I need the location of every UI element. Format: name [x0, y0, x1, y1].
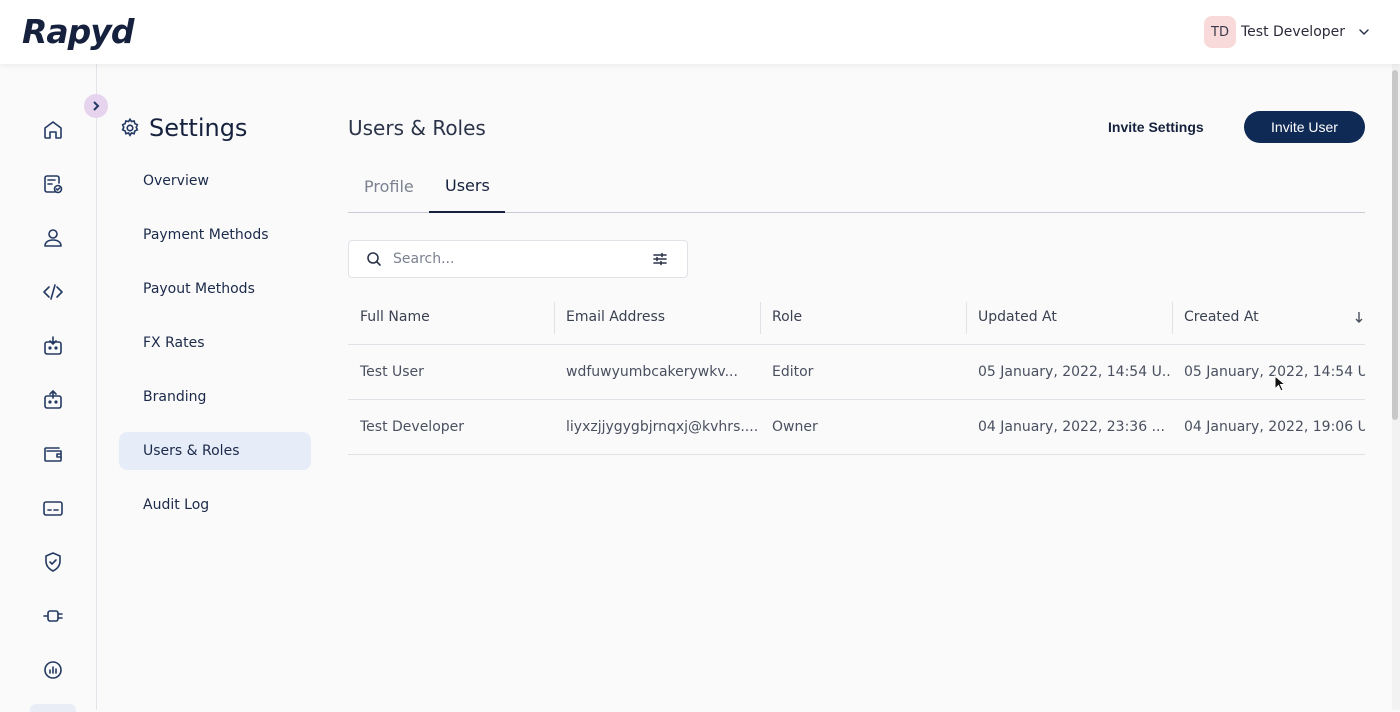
card-icon[interactable] [41, 496, 65, 520]
user-name[interactable]: Test Developer [1241, 24, 1345, 40]
settings-nav-users-roles[interactable]: Users & Roles [119, 432, 311, 470]
document-check-icon[interactable] [41, 172, 65, 196]
user-menu[interactable]: TD Test Developer [1204, 16, 1371, 48]
avatar[interactable]: TD [1204, 16, 1236, 48]
code-icon[interactable] [41, 280, 65, 304]
chart-icon[interactable] [41, 658, 65, 682]
cell-email: wdfuwyumbcakerywkv... [566, 364, 738, 380]
settings-nav-payment-methods[interactable]: Payment Methods [119, 216, 311, 254]
settings-nav-branding[interactable]: Branding [119, 378, 311, 416]
search-input[interactable] [393, 247, 633, 271]
settings-nav-fx-rates[interactable]: FX Rates [119, 324, 311, 362]
cell-role: Editor [772, 364, 814, 380]
chevron-right-icon [93, 101, 100, 111]
user-icon[interactable] [41, 226, 65, 250]
filter-icon[interactable] [651, 250, 669, 268]
wallet-in-icon[interactable] [41, 334, 65, 358]
users-table: Full Name Email Address Role Updated At … [348, 290, 1365, 455]
settings-title: Settings [119, 114, 247, 142]
invite-settings-button[interactable]: Invite Settings [1092, 111, 1220, 143]
settings-nav-payout-methods[interactable]: Payout Methods [119, 270, 311, 308]
collapse-sidebar-button[interactable] [84, 94, 108, 118]
search-box [348, 240, 688, 278]
gear-icon [121, 117, 139, 137]
settings-nav: Settings Overview Payment Methods Payout… [97, 64, 332, 710]
cell-role: Owner [772, 419, 818, 435]
tab-profile[interactable]: Profile [348, 160, 430, 213]
cell-full-name: Test User [360, 364, 424, 380]
plug-icon[interactable] [41, 604, 65, 628]
tab-bar: Profile Users [348, 160, 1365, 213]
settings-nav-overview[interactable]: Overview [119, 162, 311, 200]
cell-full-name: Test Developer [360, 419, 465, 435]
chevron-down-icon[interactable] [1357, 25, 1371, 39]
table-row[interactable]: Test Developer liyxzjjygygbjrnqxj@kvhrs.… [348, 400, 1365, 455]
settings-title-text: Settings [149, 114, 248, 142]
scrollbar-thumb[interactable] [1392, 70, 1398, 420]
column-header-full-name[interactable]: Full Name [348, 290, 554, 344]
cell-updated-at: 05 January, 2022, 14:54 U... [978, 364, 1172, 380]
mouse-cursor-icon [1274, 375, 1286, 392]
shield-check-icon[interactable] [41, 550, 65, 574]
table-row[interactable]: Test User wdfuwyumbcakerywkv... Editor 0… [348, 345, 1365, 400]
tab-users[interactable]: Users [429, 160, 505, 213]
search-icon [365, 250, 383, 268]
main-content: Users & Roles Invite Settings Invite Use… [348, 64, 1365, 710]
table-header-row: Full Name Email Address Role Updated At … [348, 290, 1365, 345]
column-header-created-at[interactable]: Created At [1172, 290, 1365, 344]
column-header-updated-at[interactable]: Updated At [966, 290, 1172, 344]
page-title: Users & Roles [348, 116, 486, 140]
invite-user-button[interactable]: Invite User [1244, 111, 1365, 143]
settings-nav-audit-log[interactable]: Audit Log [119, 486, 311, 524]
icon-rail [0, 64, 97, 712]
cell-email: liyxzjjygygbjrnqxj@kvhrs.... [566, 419, 759, 435]
rapyd-logo[interactable]: Rapyd [22, 12, 134, 51]
cell-updated-at: 04 January, 2022, 23:36 ... [978, 419, 1165, 435]
top-bar: Rapyd TD Test Developer [0, 0, 1400, 64]
column-header-email[interactable]: Email Address [554, 290, 760, 344]
cell-created-at: 04 January, 2022, 19:06 U... [1184, 419, 1365, 435]
sort-down-icon[interactable] [1353, 310, 1365, 324]
wallet-out-icon[interactable] [41, 388, 65, 412]
wallet-icon[interactable] [41, 442, 65, 466]
column-header-role[interactable]: Role [760, 290, 966, 344]
cell-created-at: 05 January, 2022, 14:54 U... [1184, 364, 1365, 380]
rail-active-indicator [30, 704, 76, 712]
page-scrollbar[interactable] [1392, 64, 1400, 710]
column-header-created-at-label: Created At [1184, 309, 1259, 325]
home-icon[interactable] [41, 118, 65, 142]
